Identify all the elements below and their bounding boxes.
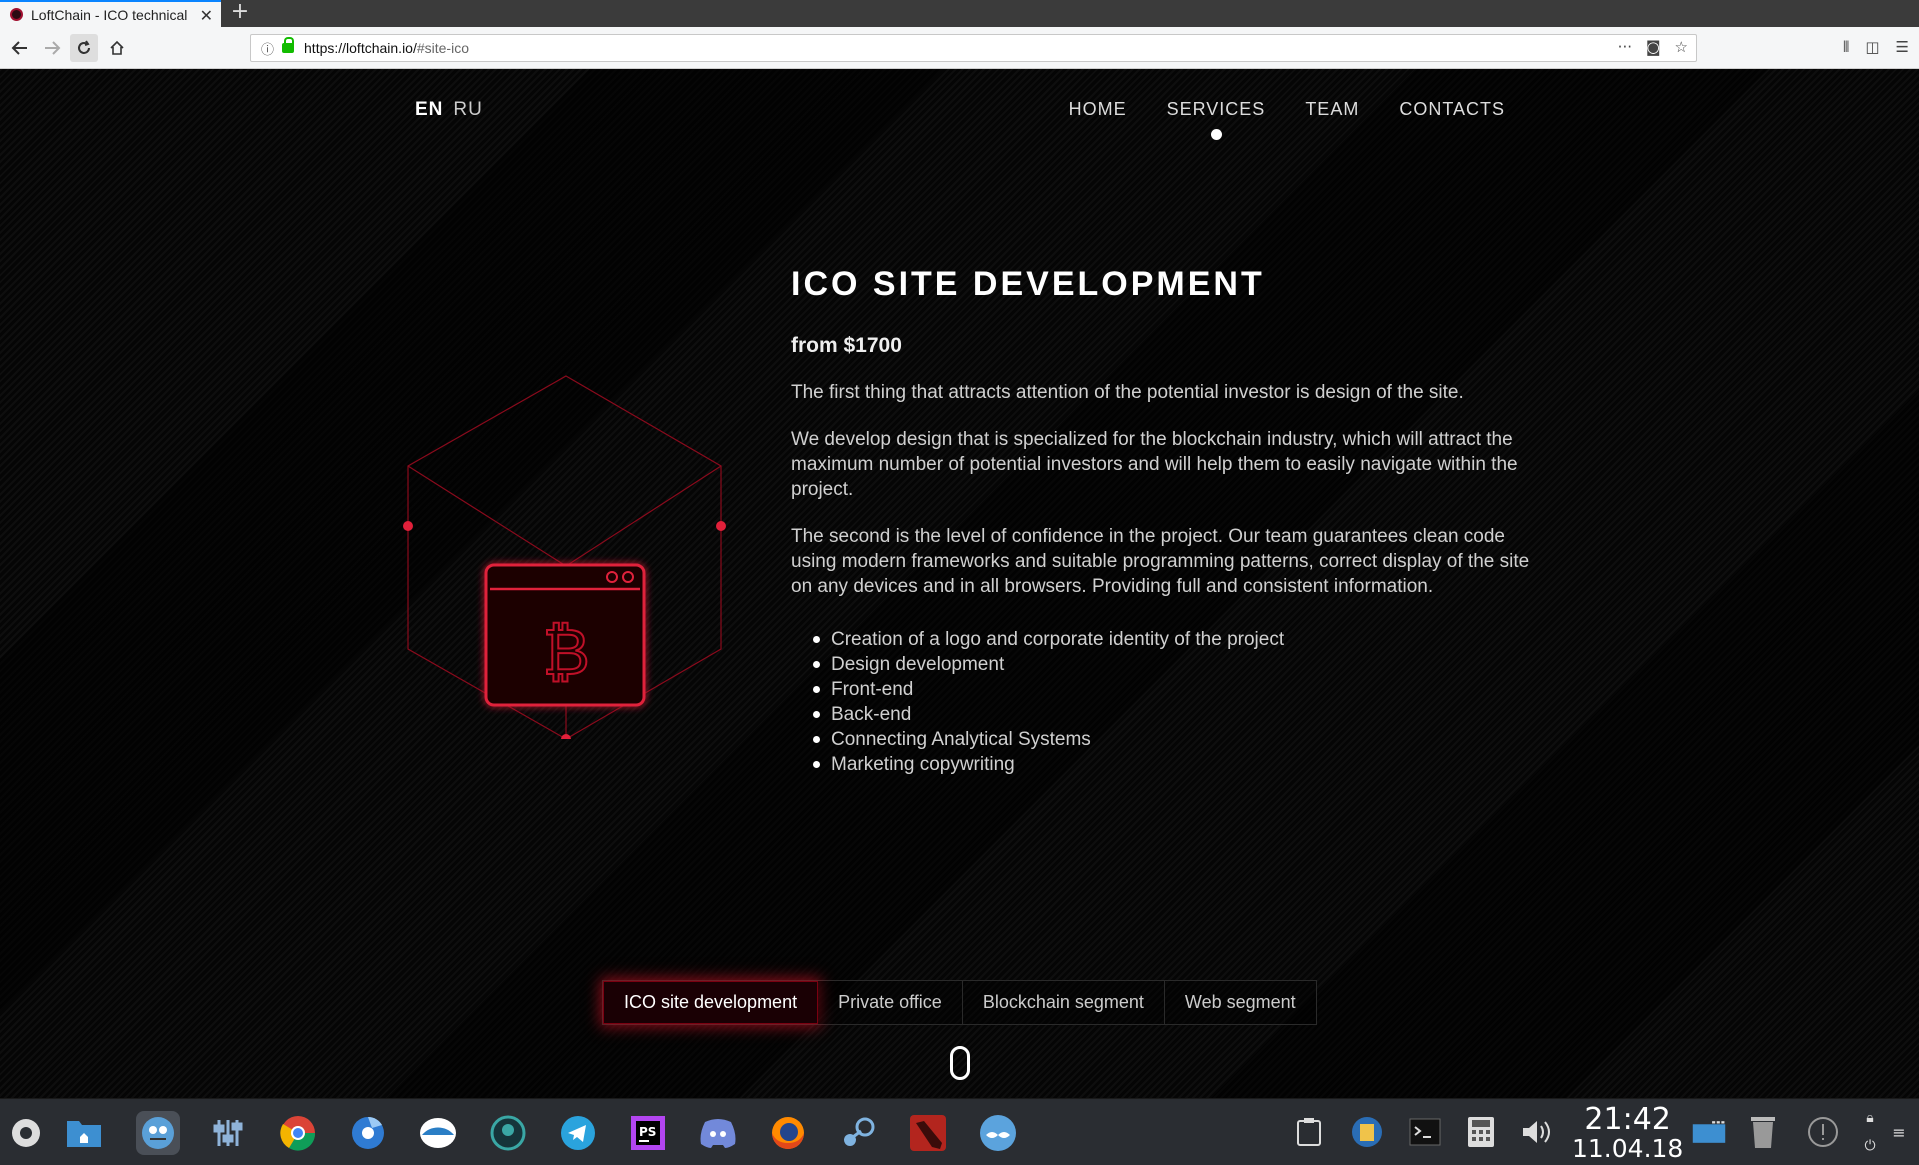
- home-button[interactable]: [103, 34, 131, 62]
- active-menu-dot: [1210, 129, 1222, 140]
- menu-home[interactable]: HOME: [1069, 99, 1127, 120]
- bitcoin-website-illustration: ₿: [403, 375, 726, 739]
- browser-tabbar: LoftChain - ICO technical ✕ +: [0, 0, 1919, 27]
- list-item: Connecting Analytical Systems: [813, 727, 1531, 752]
- app-launcher-icon[interactable]: [4, 1111, 48, 1155]
- list-item: Front-end: [813, 677, 1531, 702]
- firefox-icon[interactable]: [766, 1111, 810, 1155]
- forward-arrow-icon: [45, 41, 61, 55]
- pocket-icon[interactable]: ◙: [1646, 38, 1661, 56]
- address-bar[interactable]: ⓘ https://loftchain.io/#site-ico ··· ◙ ☆: [250, 34, 1697, 62]
- tab-title: LoftChain - ICO technical: [31, 6, 188, 23]
- discord-icon[interactable]: [696, 1111, 740, 1155]
- site-favicon-icon: [10, 8, 23, 21]
- menu-services-label: SERVICES: [1166, 99, 1266, 119]
- power-icon[interactable]: ⏻: [1856, 1135, 1884, 1157]
- browser-navbar: ⓘ https://loftchain.io/#site-ico ··· ◙ ☆…: [0, 27, 1919, 69]
- url-text: https://loftchain.io/#site-ico: [304, 40, 469, 56]
- service-price: from $1700: [791, 334, 902, 357]
- lang-ru[interactable]: RU: [453, 99, 482, 121]
- menu-services[interactable]: SERVICES: [1166, 99, 1266, 140]
- notifications-icon[interactable]: [1806, 1115, 1840, 1149]
- info-icon[interactable]: ⓘ: [261, 39, 274, 58]
- description-paragraph: The first thing that attracts attention …: [791, 382, 1464, 403]
- menu-team[interactable]: TEAM: [1305, 99, 1359, 120]
- steam-icon[interactable]: [836, 1111, 880, 1155]
- browser-tab[interactable]: LoftChain - ICO technical ✕: [0, 0, 221, 27]
- file-manager-icon[interactable]: [62, 1111, 106, 1155]
- chrome-browser-icon[interactable]: [276, 1111, 320, 1155]
- clock-date: 11.04.18: [1572, 1134, 1684, 1163]
- gitkraken-icon[interactable]: [486, 1111, 530, 1155]
- clock-time: 21:42: [1584, 1102, 1671, 1137]
- tab-private-office[interactable]: Private office: [818, 981, 963, 1024]
- mixer-settings-icon[interactable]: [206, 1111, 250, 1155]
- page-viewport: EN RU HOME SERVICES TEAM CONTACTS ₿ ICO …: [0, 69, 1919, 1098]
- menu-contacts[interactable]: CONTACTS: [1399, 99, 1505, 120]
- reload-icon: [78, 40, 90, 54]
- language-switcher: EN RU: [415, 99, 483, 121]
- bitcoin-icon: ₿: [542, 616, 589, 690]
- telegram-icon[interactable]: [556, 1111, 600, 1155]
- back-button[interactable]: [6, 34, 34, 62]
- phpstorm-icon[interactable]: PS: [626, 1111, 670, 1155]
- list-item: Design development: [813, 652, 1531, 677]
- messenger-app-icon[interactable]: [136, 1111, 180, 1155]
- new-tab-button[interactable]: +: [230, 0, 250, 27]
- aperture-app-icon[interactable]: [346, 1111, 390, 1155]
- terminal-icon[interactable]: [1408, 1115, 1442, 1149]
- tab-ico-site-development[interactable]: ICO site development: [603, 981, 819, 1024]
- library-icon[interactable]: ⫴: [1843, 38, 1849, 56]
- list-item: Back-end: [813, 702, 1531, 727]
- main-menu: HOME SERVICES TEAM CONTACTS: [1069, 99, 1505, 140]
- os-taskbar: PS 21:42 11.04.18 🔒︎ ⏻ ≡: [0, 1098, 1919, 1165]
- lang-en[interactable]: EN: [415, 99, 443, 121]
- forward-button[interactable]: [38, 34, 66, 62]
- service-content: ICO SITE DEVELOPMENT from $1700 The firs…: [791, 265, 1531, 777]
- lock-screen-icon[interactable]: 🔒︎: [1856, 1107, 1884, 1129]
- bookmark-star-icon[interactable]: ☆: [1675, 38, 1688, 56]
- clipboard-icon[interactable]: [1292, 1115, 1326, 1149]
- list-item: Marketing copywriting: [813, 752, 1531, 777]
- lock-icon: [282, 37, 295, 53]
- feature-list: Creation of a logo and corporate identit…: [791, 627, 1531, 777]
- calculator-icon[interactable]: [1464, 1115, 1498, 1149]
- desktop-switcher-icon[interactable]: [1692, 1115, 1726, 1149]
- description-paragraph: We develop design that is specialized fo…: [791, 429, 1518, 500]
- description-paragraph: The second is the level of confidence in…: [791, 526, 1530, 597]
- scroll-mouse-icon[interactable]: [950, 1046, 970, 1080]
- system-clock[interactable]: 21:42 11.04.18: [1572, 1104, 1683, 1162]
- svg-text:PS: PS: [639, 1125, 656, 1139]
- notes-icon[interactable]: [1350, 1115, 1384, 1149]
- panel-menu-icon[interactable]: ≡: [1884, 1115, 1914, 1149]
- reload-button[interactable]: [70, 34, 98, 62]
- close-tab-icon[interactable]: ✕: [200, 6, 213, 25]
- home-icon: [110, 40, 124, 55]
- page-actions-icon[interactable]: ···: [1618, 38, 1632, 56]
- dota-icon[interactable]: [906, 1111, 950, 1155]
- mustache-app-icon[interactable]: [976, 1111, 1020, 1155]
- service-tabs: ICO site development Private office Bloc…: [602, 980, 1317, 1025]
- trash-icon[interactable]: [1746, 1115, 1780, 1149]
- service-title: ICO SITE DEVELOPMENT: [791, 265, 1265, 303]
- menu-hamburger-icon[interactable]: ☰: [1896, 38, 1909, 56]
- back-arrow-icon: [11, 41, 27, 55]
- tab-blockchain-segment[interactable]: Blockchain segment: [962, 981, 1165, 1024]
- tab-web-segment[interactable]: Web segment: [1164, 981, 1316, 1024]
- database-app-icon[interactable]: [416, 1111, 460, 1155]
- sidebar-icon[interactable]: ◫: [1865, 38, 1879, 56]
- volume-icon[interactable]: [1520, 1115, 1554, 1149]
- list-item: Creation of a logo and corporate identit…: [813, 627, 1531, 652]
